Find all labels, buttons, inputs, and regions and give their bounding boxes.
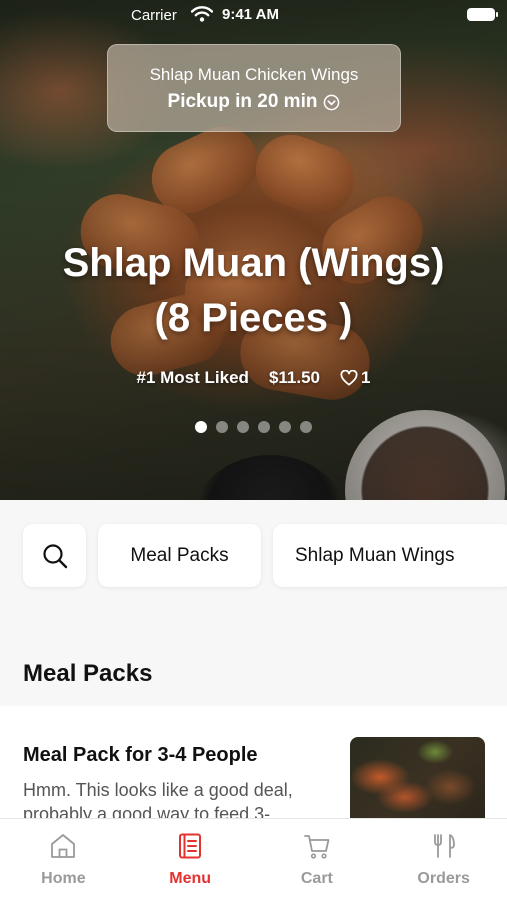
section-title: Meal Packs — [23, 660, 153, 687]
tab-orders-label: Orders — [417, 870, 470, 887]
cart-icon — [303, 835, 330, 859]
category-bar: Meal Packs Shlap Muan Wings — [23, 524, 507, 587]
tab-menu[interactable]: Menu — [127, 819, 254, 900]
carousel-dot[interactable] — [237, 421, 249, 433]
menu-icon — [179, 833, 202, 859]
wifi-icon — [191, 6, 213, 22]
featured-item-title: Shlap Muan (Wings) (8 Pieces ) — [0, 236, 507, 346]
tab-menu-label: Menu — [169, 870, 212, 887]
featured-title-line2: (8 Pieces ) — [154, 296, 353, 340]
like-count: 1 — [361, 368, 371, 387]
carousel-dot[interactable] — [258, 421, 270, 433]
tab-cart[interactable]: Cart — [254, 819, 381, 900]
hero-banner[interactable]: Carrier 9:41 AM Shlap Muan Chicken Wings… — [0, 0, 507, 500]
tab-home-label: Home — [41, 870, 86, 887]
pickup-eta: Pickup in 20 min — [108, 91, 400, 113]
orders-icon — [433, 834, 455, 858]
menu-item-card[interactable]: Meal Pack for 3-4 People Hmm. This looks… — [0, 706, 507, 832]
battery-icon — [467, 8, 498, 21]
tab-cart-label: Cart — [300, 870, 333, 887]
clock: 9:41 AM — [222, 6, 279, 23]
category-chip-shlap-muan-wings[interactable]: Shlap Muan Wings — [273, 524, 507, 587]
store-name: Shlap Muan Chicken Wings — [149, 65, 359, 84]
like-button[interactable]: 1 — [340, 368, 370, 388]
carousel-indicator[interactable] — [0, 421, 507, 433]
featured-title-line1: Shlap Muan (Wings) — [62, 241, 445, 285]
app-screen: Carrier 9:41 AM Shlap Muan Chicken Wings… — [0, 0, 507, 900]
heart-icon — [340, 370, 358, 386]
carousel-dot[interactable] — [300, 421, 312, 433]
tab-bar: Home Menu Cart Orders — [0, 818, 507, 900]
carousel-dot[interactable] — [216, 421, 228, 433]
pickup-eta-label: Pickup in 20 min — [167, 91, 318, 112]
status-bar: Carrier 9:41 AM — [0, 0, 507, 30]
carousel-dot[interactable] — [279, 421, 291, 433]
search-icon — [42, 543, 67, 568]
featured-item-meta: #1 Most Liked $11.50 1 — [0, 368, 507, 388]
search-button[interactable] — [23, 524, 86, 587]
pickup-selector[interactable]: Shlap Muan Chicken Wings Pickup in 20 mi… — [107, 44, 401, 132]
menu-item-name: Meal Pack for 3-4 People — [23, 744, 258, 766]
category-chip-meal-packs[interactable]: Meal Packs — [98, 524, 261, 587]
featured-price: $11.50 — [268, 368, 320, 387]
carrier-label: Carrier — [131, 7, 177, 24]
tab-orders[interactable]: Orders — [380, 819, 507, 900]
carousel-dot[interactable] — [195, 421, 207, 433]
tab-home[interactable]: Home — [0, 819, 127, 900]
rank-badge: #1 Most Liked — [136, 368, 249, 387]
home-icon — [51, 834, 76, 858]
chevron-down-circle-icon — [324, 94, 340, 110]
